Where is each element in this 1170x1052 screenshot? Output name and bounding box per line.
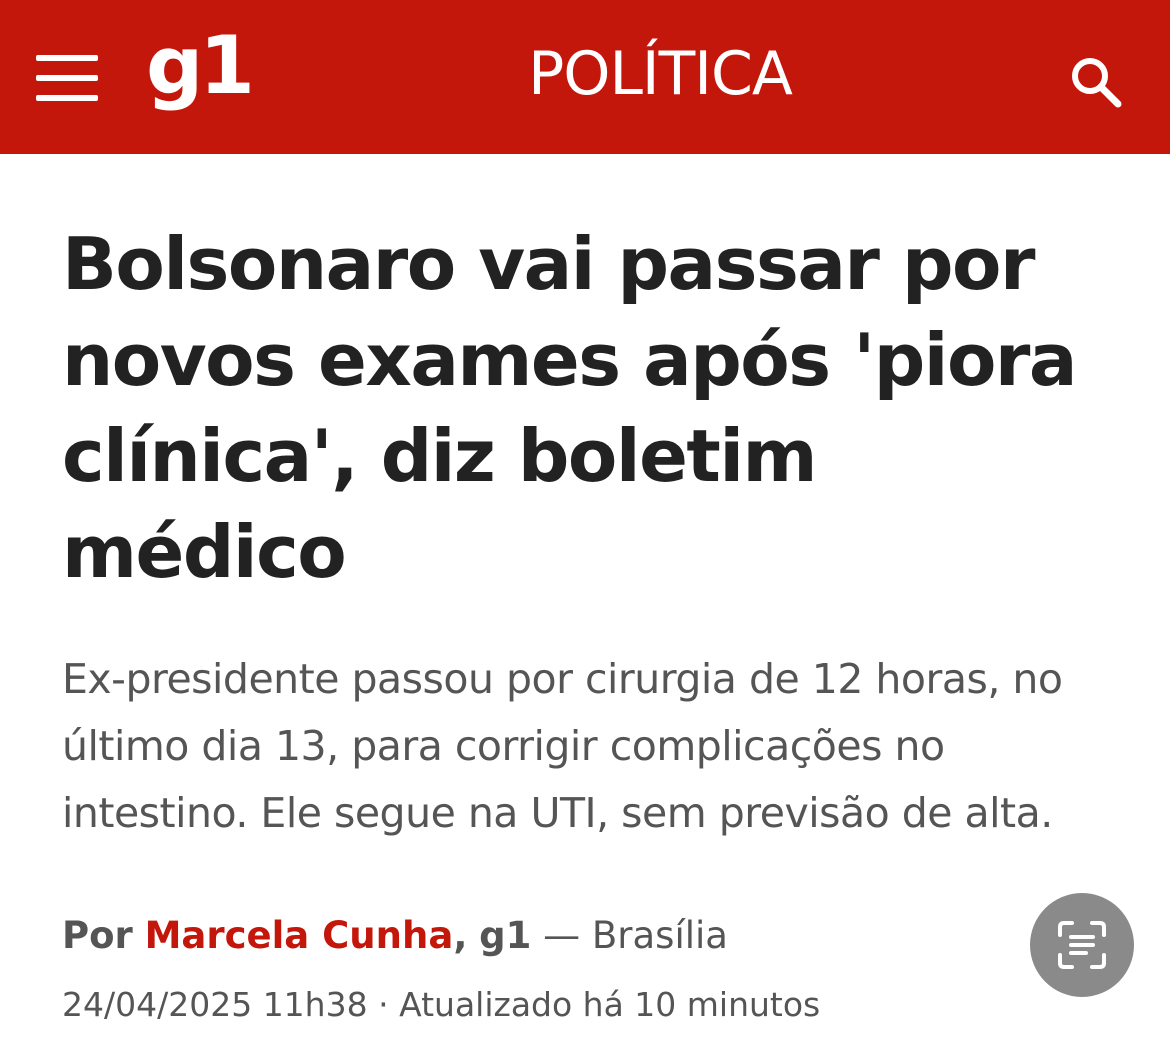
menu-line — [36, 95, 98, 101]
g1-logo[interactable]: g1 — [146, 26, 255, 106]
updated-time: Atualizado há 10 minutos — [399, 985, 821, 1024]
byline-dash: — — [543, 914, 581, 957]
byline: Por Marcela Cunha, g1 — Brasília — [62, 910, 728, 962]
search-icon[interactable] — [1068, 54, 1124, 110]
menu-line — [36, 75, 98, 81]
byline-outlet: g1 — [479, 914, 532, 957]
dateline: 24/04/2025 11h38 · Atualizado há 10 minu… — [62, 982, 820, 1028]
byline-comma: , — [453, 914, 468, 957]
byline-location: Brasília — [591, 914, 728, 957]
hamburger-menu-icon[interactable] — [36, 55, 98, 101]
byline-prefix: Por — [62, 914, 133, 957]
top-bar: g1 POLÍTICA — [0, 0, 1170, 154]
text-scan-button[interactable] — [1030, 893, 1134, 997]
menu-line — [36, 55, 98, 61]
article-header: Bolsonaro vai passar por novos exames ap… — [62, 216, 1122, 600]
author-link[interactable]: Marcela Cunha — [145, 914, 454, 957]
article-subtitle: Ex-presidente passou por cirurgia de 12 … — [62, 655, 1063, 837]
section-title[interactable]: POLÍTICA — [400, 38, 920, 110]
article-headline: Bolsonaro vai passar por novos exames ap… — [62, 222, 1078, 594]
published-date: 24/04/2025 11h38 — [62, 985, 368, 1024]
dateline-separator: · — [378, 985, 389, 1024]
text-scan-icon — [1058, 921, 1106, 969]
